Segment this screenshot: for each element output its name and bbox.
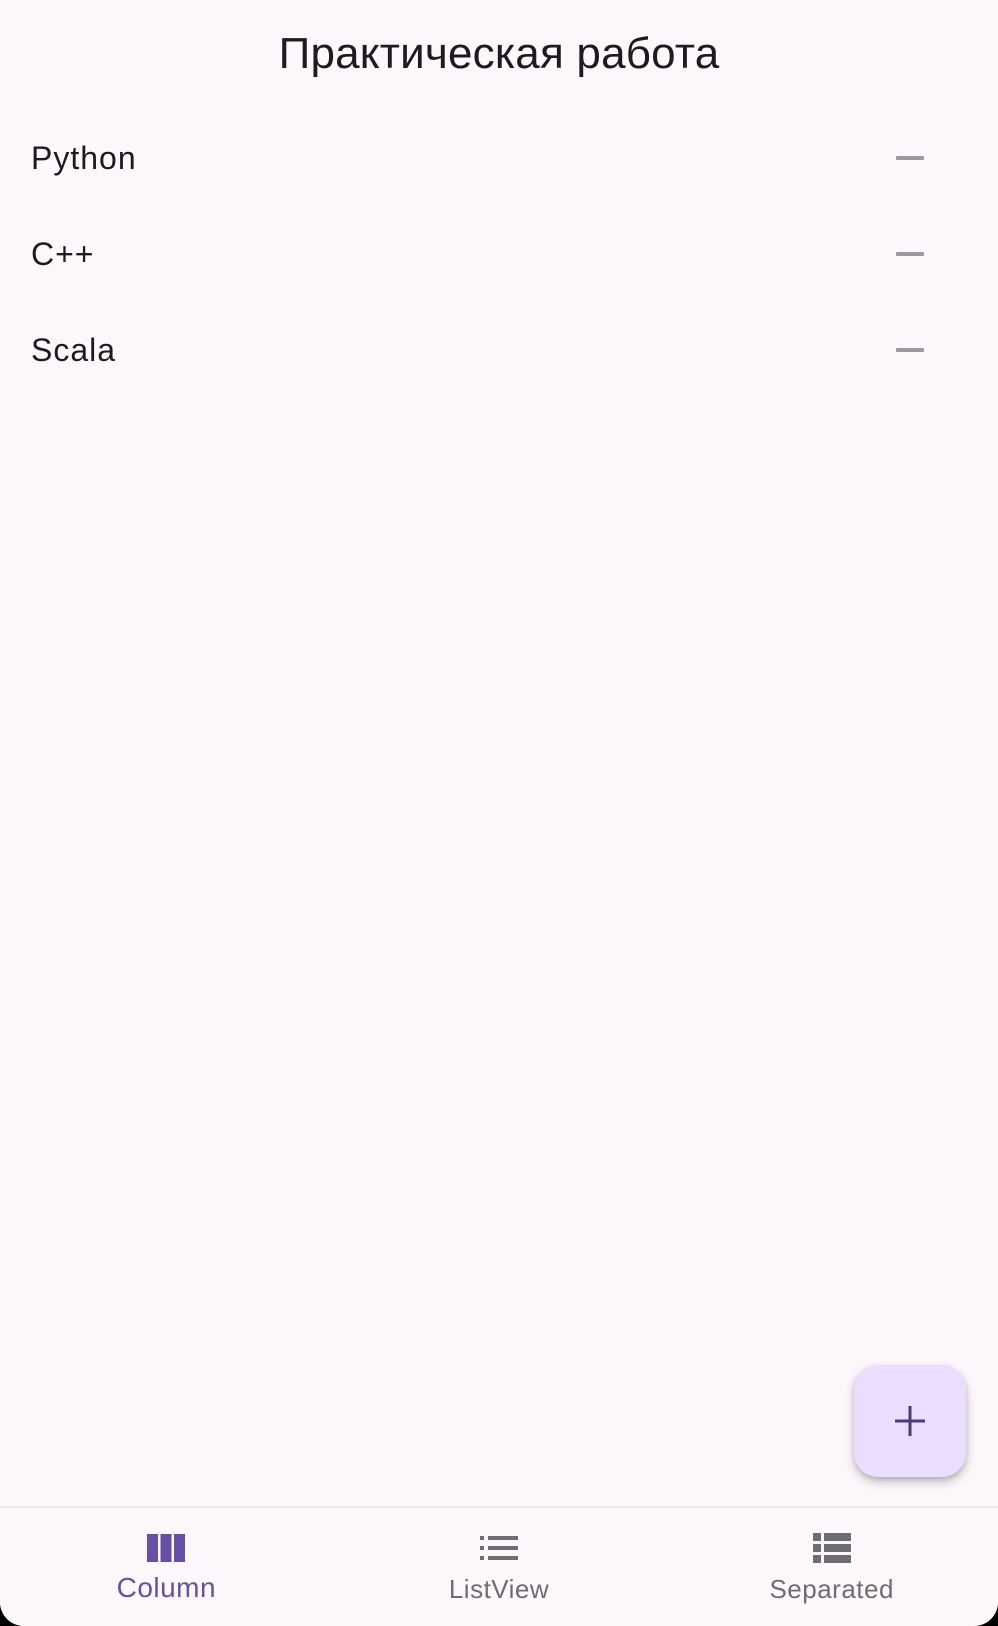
list-item-cpp: C++ bbox=[0, 206, 998, 302]
remove-scala-button[interactable] bbox=[874, 326, 946, 374]
remove-icon bbox=[896, 252, 924, 256]
nav-label-column: Column bbox=[116, 1572, 217, 1603]
remove-python-button[interactable] bbox=[874, 134, 946, 182]
page-title: Практическая работа bbox=[278, 28, 720, 78]
nav-label-separated: Separated bbox=[769, 1574, 894, 1604]
list-item-label: C++ bbox=[31, 235, 95, 272]
app-screen: Практическая работа Python C++ Scala Col… bbox=[0, 0, 998, 1626]
remove-icon bbox=[896, 348, 924, 352]
bottom-navigation: Column ListView Separated bbox=[0, 1506, 998, 1626]
add-icon bbox=[895, 1406, 925, 1436]
remove-icon bbox=[896, 156, 924, 160]
view-column-icon bbox=[146, 1532, 186, 1564]
add-button[interactable] bbox=[854, 1365, 966, 1477]
nav-item-listview[interactable]: ListView bbox=[333, 1508, 666, 1626]
app-bar: Практическая работа bbox=[0, 0, 998, 108]
remove-cpp-button[interactable] bbox=[874, 230, 946, 278]
list-item-scala: Scala bbox=[0, 302, 998, 398]
nav-label-listview: ListView bbox=[448, 1574, 550, 1604]
list-item-label: Python bbox=[31, 139, 137, 176]
list-item-label: Scala bbox=[31, 331, 117, 368]
list-icon bbox=[479, 1532, 519, 1564]
nav-item-column[interactable]: Column bbox=[0, 1508, 333, 1626]
list-item-python: Python bbox=[0, 110, 998, 206]
nav-item-separated[interactable]: Separated bbox=[665, 1508, 998, 1626]
language-list: Python C++ Scala bbox=[0, 110, 998, 398]
view-list-icon bbox=[812, 1532, 852, 1564]
